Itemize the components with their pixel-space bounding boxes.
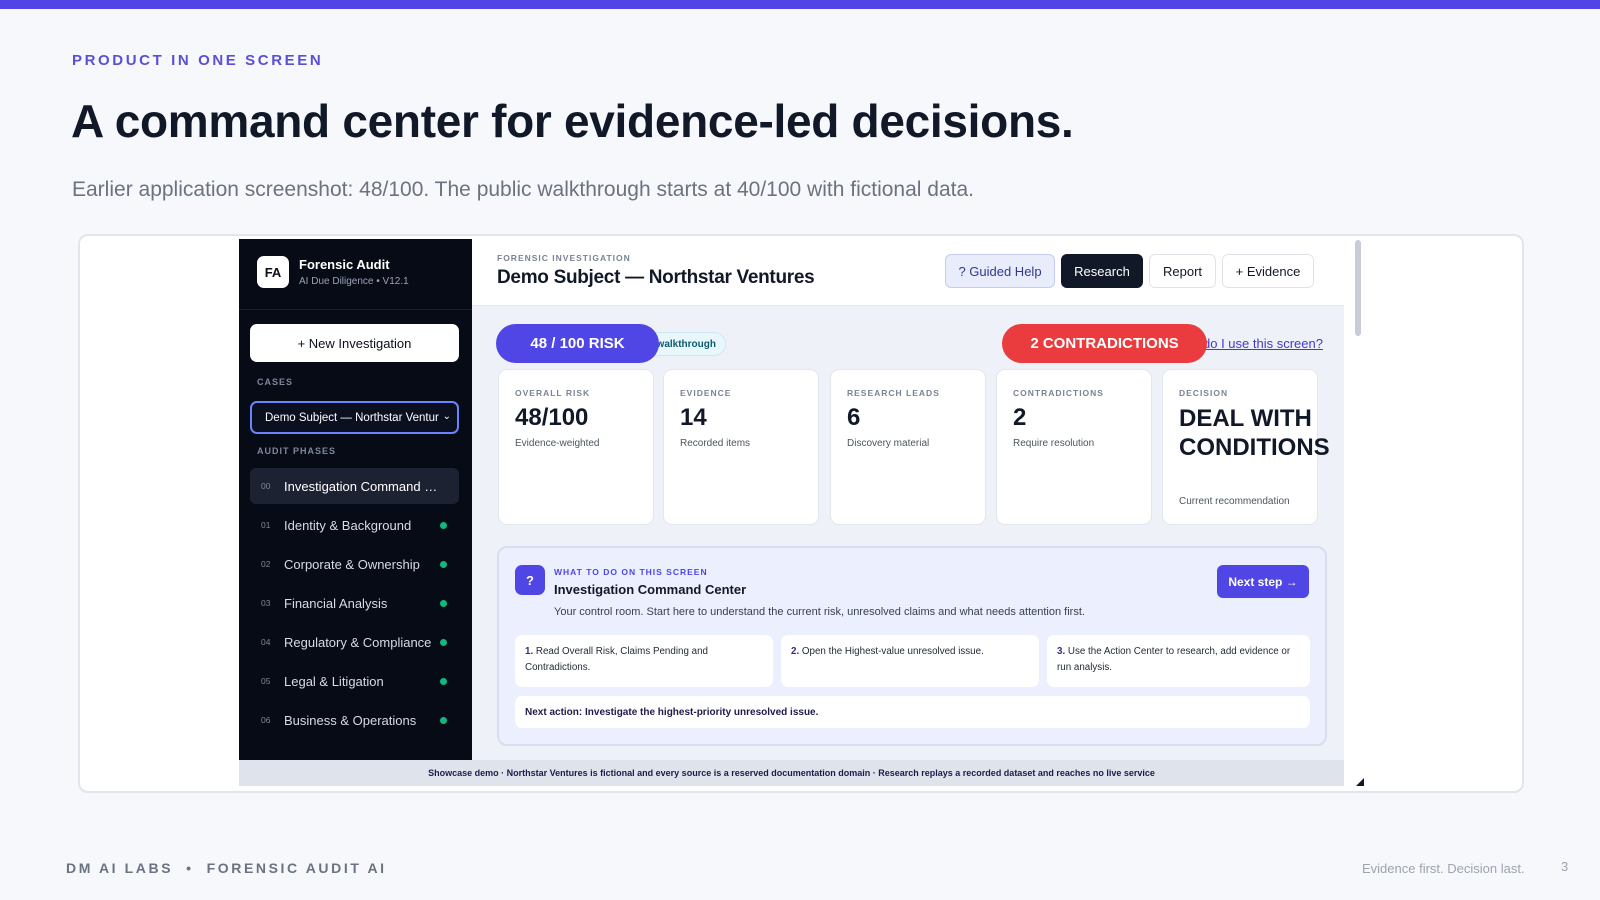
guide-step-2: 2. Open the Highest-value unresolved iss…	[781, 635, 1039, 687]
next-action-bar[interactable]: Next action: Investigate the highest-pri…	[515, 696, 1310, 728]
phase-number: 03	[261, 598, 271, 608]
status-dot-icon	[440, 716, 447, 724]
metric-label: CONTRADICTIONS	[1013, 388, 1104, 398]
phase-label: Business & Operations	[284, 712, 417, 728]
sidebar-item-business[interactable]: 06 Business & Operations	[250, 702, 459, 738]
main-header: FORENSIC INVESTIGATION Demo Subject — No…	[472, 239, 1344, 306]
step-number: 1.	[525, 646, 534, 657]
audit-phases-label: AUDIT PHASES	[257, 446, 337, 456]
guide-title: Investigation Command Center	[554, 582, 747, 597]
header-eyebrow: FORENSIC INVESTIGATION	[497, 253, 631, 263]
step-text: Use the Action Center to research, add e…	[1057, 646, 1291, 673]
slide-page-number: 3	[1561, 859, 1569, 874]
status-dot-icon	[440, 638, 447, 646]
sidebar: FA Forensic Audit AI Due Diligence • V12…	[239, 239, 472, 760]
report-button[interactable]: Report	[1149, 254, 1216, 288]
step-text: Open the Highest-value unresolved issue.	[801, 646, 984, 657]
risk-score-badge: 48 / 100 RISK	[496, 324, 659, 363]
metric-value: 6	[847, 404, 861, 431]
metric-value: 14	[680, 404, 707, 431]
phase-label: Corporate & Ownership	[284, 556, 420, 572]
phase-number: 05	[261, 676, 271, 686]
metric-label: DECISION	[1179, 388, 1229, 398]
sidebar-item-command-center[interactable]: 00 Investigation Command Center	[250, 468, 459, 504]
metric-value: 48/100	[515, 404, 589, 431]
sidebar-divider	[239, 309, 472, 310]
guide-step-3: 3. Use the Action Center to research, ad…	[1047, 635, 1310, 687]
case-select-value: Demo Subject — Northstar Ventures	[265, 411, 451, 424]
phase-number: 06	[261, 715, 271, 725]
slide-eyebrow: PRODUCT IN ONE SCREEN	[72, 52, 324, 69]
new-investigation-button[interactable]: + New Investigation	[250, 324, 459, 362]
top-accent-bar	[0, 0, 1600, 9]
how-to-use-link[interactable]: do I use this screen?	[1203, 336, 1323, 351]
guide-step-1: 1. Read Overall Risk, Claims Pending and…	[515, 635, 773, 687]
sidebar-item-legal[interactable]: 05 Legal & Litigation	[250, 663, 459, 699]
phase-number: 04	[261, 637, 271, 647]
step-text: Read Overall Risk, Claims Pending and Co…	[525, 646, 708, 673]
metric-label: RESEARCH LEADS	[847, 388, 940, 398]
resize-handle-icon	[1356, 778, 1364, 786]
phase-label: Financial Analysis	[284, 595, 388, 611]
phase-label: Investigation Command Center	[284, 478, 440, 494]
scrollbar-thumb[interactable]	[1355, 240, 1361, 336]
slide-footer-tagline: Evidence first. Decision last.	[1362, 861, 1525, 876]
guide-eyebrow: WHAT TO DO ON THIS SCREEN	[554, 567, 708, 577]
help-icon: ?	[515, 565, 545, 595]
case-select[interactable]: Demo Subject — Northstar Ventures ⌄	[250, 401, 459, 434]
add-evidence-button[interactable]: + Evidence	[1222, 254, 1314, 288]
phase-number: 02	[261, 559, 271, 569]
brand: FA Forensic Audit AI Due Diligence • V12…	[257, 256, 409, 288]
phase-label: Legal & Litigation	[284, 673, 384, 689]
scrollbar-track[interactable]	[1344, 239, 1364, 786]
metric-value: 2	[1013, 404, 1027, 431]
cases-label: CASES	[257, 377, 294, 387]
app-screenshot: FA Forensic Audit AI Due Diligence • V12…	[239, 239, 1364, 786]
metric-card-evidence[interactable]: EVIDENCE 14 Recorded items	[663, 369, 819, 525]
step-number: 3.	[1057, 646, 1066, 657]
metric-subtext: Require resolution	[1013, 438, 1095, 449]
phase-label: Regulatory & Compliance	[284, 634, 432, 650]
slide-subline: Earlier application screenshot: 48/100. …	[72, 178, 974, 201]
demo-disclaimer-banner: Showcase demo · Northstar Ventures is fi…	[239, 760, 1344, 786]
slide-headline: A command center for evidence-led decisi…	[71, 95, 1074, 147]
status-dot-icon	[440, 677, 447, 685]
brand-title: Forensic Audit	[299, 257, 390, 272]
metric-card-research-leads[interactable]: RESEARCH LEADS 6 Discovery material	[830, 369, 986, 525]
guide-panel: ? WHAT TO DO ON THIS SCREEN Investigatio…	[497, 546, 1327, 746]
brand-logo: FA	[257, 256, 289, 288]
metric-label: OVERALL RISK	[515, 388, 591, 398]
phase-number: 00	[261, 481, 271, 491]
metric-subtext: Discovery material	[847, 438, 930, 449]
step-number: 2.	[791, 646, 800, 657]
decision-value: DEAL WITH CONDITIONS	[1179, 405, 1330, 461]
next-step-button[interactable]: Next step →	[1217, 565, 1309, 598]
metric-subtext: Evidence-weighted	[515, 438, 600, 449]
status-dot-icon	[440, 560, 447, 568]
guided-help-button[interactable]: ? Guided Help	[945, 254, 1055, 288]
sidebar-item-financial[interactable]: 03 Financial Analysis	[250, 585, 459, 621]
metric-subtext: Recorded items	[680, 438, 751, 449]
sidebar-item-identity[interactable]: 01 Identity & Background	[250, 507, 459, 543]
phase-number: 01	[261, 520, 271, 530]
phase-label: Identity & Background	[284, 517, 412, 533]
status-dot-icon	[440, 521, 447, 529]
contradictions-badge: 2 CONTRADICTIONS	[1002, 324, 1207, 363]
metric-label: EVIDENCE	[680, 388, 732, 398]
metric-card-decision[interactable]: DECISION DEAL WITH CONDITIONS Current re…	[1162, 369, 1330, 525]
research-button[interactable]: Research	[1061, 254, 1143, 288]
page-title: Demo Subject — Northstar Ventures	[497, 267, 815, 288]
brand-subtitle: AI Due Diligence • V12.1	[299, 276, 409, 287]
slide-footer-brand: DM AI LABS • FORENSIC AUDIT AI	[66, 860, 387, 876]
chevron-down-icon: ⌄	[438, 411, 451, 422]
metric-card-contradictions[interactable]: CONTRADICTIONS 2 Require resolution	[996, 369, 1152, 525]
metric-card-overall-risk[interactable]: OVERALL RISK 48/100 Evidence-weighted	[498, 369, 654, 525]
metric-subtext: Current recommendation	[1179, 496, 1290, 507]
sidebar-item-corporate[interactable]: 02 Corporate & Ownership	[250, 546, 459, 582]
guide-description: Your control room. Start here to underst…	[554, 606, 1085, 618]
status-dot-icon	[440, 599, 447, 607]
sidebar-item-regulatory[interactable]: 04 Regulatory & Compliance	[250, 624, 459, 660]
